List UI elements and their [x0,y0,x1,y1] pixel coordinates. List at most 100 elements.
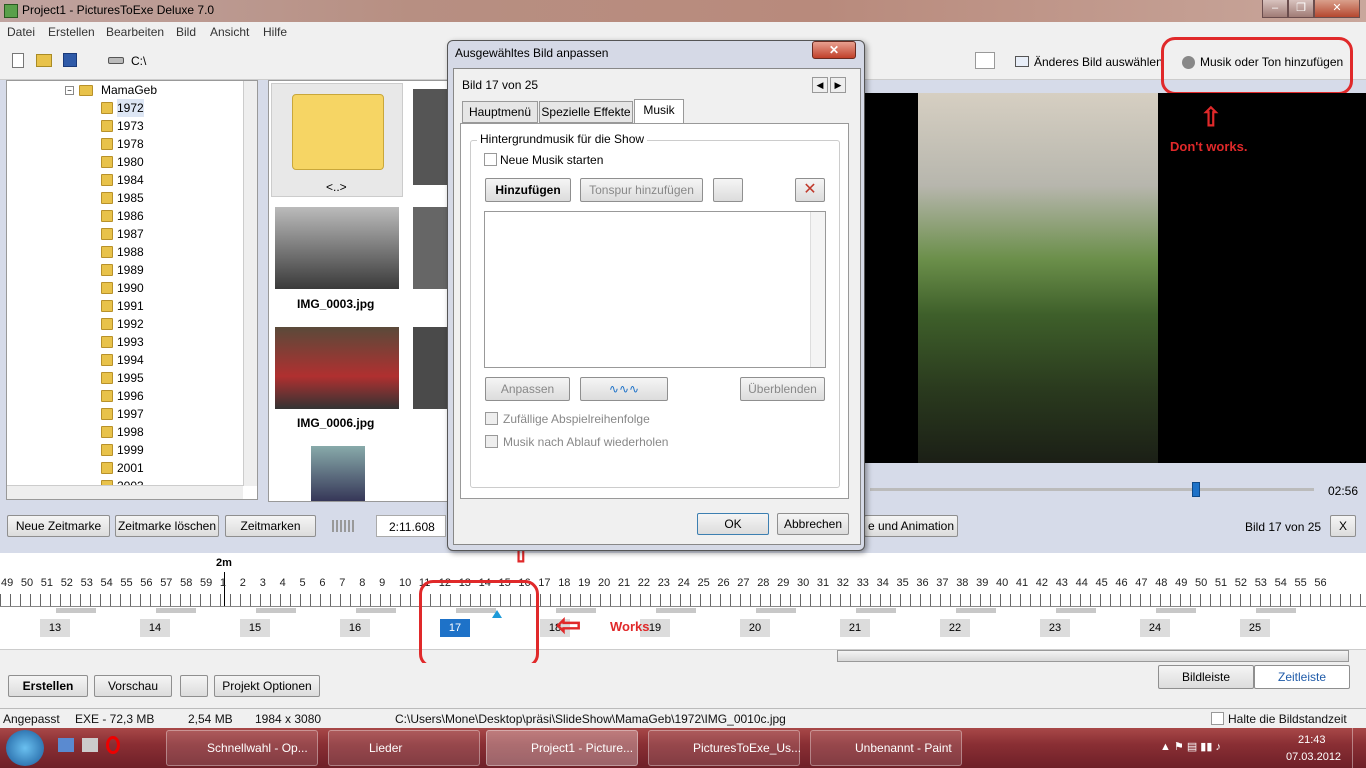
add-track-button[interactable]: Tonspur hinzufügen [580,178,703,202]
tree-scrollbar[interactable] [243,81,257,486]
tree-year-item[interactable]: 1978 [117,135,144,153]
taskbar-item[interactable]: PicturesToExe_Us... [648,730,801,766]
taskbar-item-active[interactable]: Project1 - Picture... [486,730,638,766]
tree-year-item[interactable]: 1997 [117,405,144,423]
taskbar-item[interactable]: Schnellwahl - Op... [166,730,318,766]
create-button[interactable]: Erstellen [8,675,88,697]
menu-erstellen[interactable]: Erstellen [48,25,95,39]
photo-thumb[interactable] [413,327,447,409]
menu-bild[interactable]: Bild [176,25,196,39]
clock-date[interactable]: 07.03.2012 [1286,751,1341,763]
tree-year-item[interactable]: 1991 [117,297,144,315]
waveform-icon[interactable] [332,520,356,532]
start-button[interactable] [6,730,44,766]
tree-year-item[interactable]: 1992 [117,315,144,333]
photo-thumb[interactable] [413,207,447,289]
tree-year-item[interactable]: 1994 [117,351,144,369]
timeline-slide[interactable]: 23 [1040,619,1070,637]
timeline-slide[interactable]: 21 [840,619,870,637]
next-slide-button[interactable]: ▶ [830,77,846,93]
tree-year-item[interactable]: 1985 [117,189,144,207]
music-settings-icon[interactable] [713,178,743,202]
seek-thumb[interactable] [1192,482,1200,497]
tree-year-item[interactable]: 1998 [117,423,144,441]
new-music-checkbox[interactable] [484,153,497,166]
minimize-button[interactable]: – [1262,0,1288,18]
tree-year-item[interactable]: 1984 [117,171,144,189]
preview-button[interactable]: Vorschau [94,675,172,697]
tree-year-item[interactable]: 1990 [117,279,144,297]
expand-icon[interactable]: − [65,86,74,95]
tab-main-menu[interactable]: Hauptmenü [462,101,538,123]
add-music-file-button[interactable]: Hinzufügen [485,178,571,202]
tree-year-item[interactable]: 1999 [117,441,144,459]
tab-music[interactable]: Musik [634,99,684,124]
quicklaunch-desktop-icon[interactable] [58,738,74,752]
tab-slides[interactable]: Bildleiste [1158,665,1254,689]
layout-icon[interactable] [180,675,208,697]
tree-hscrollbar[interactable] [7,485,243,499]
save-icon[interactable] [63,53,77,67]
tree-year-item[interactable]: 1996 [117,387,144,405]
timeline-slide[interactable]: 16 [340,619,370,637]
tree-year-item[interactable]: 1973 [117,117,144,135]
new-mark-button[interactable]: Neue Zeitmarke [7,515,110,537]
timeline-scroll-thumb[interactable] [837,650,1349,662]
crossfade-button[interactable]: Überblenden [740,377,825,401]
prev-slide-button[interactable]: ◀ [812,77,828,93]
tree-root-label[interactable]: MamaGeb [101,83,157,97]
parent-folder-item[interactable]: <..> [271,83,403,197]
quicklaunch-network-icon[interactable] [82,738,98,752]
taskbar-item[interactable]: Lieder [328,730,480,766]
menu-ansicht[interactable]: Ansicht [210,25,249,39]
time-field[interactable]: 2:11.608 [376,515,446,537]
delete-mark-button[interactable]: Zeitmarke löschen [115,515,219,537]
timeline-slide[interactable]: 14 [140,619,170,637]
hold-checkbox[interactable] [1211,712,1224,725]
tree-year-item[interactable]: 1980 [117,153,144,171]
tree-year-item[interactable]: 1995 [117,369,144,387]
tab-timeline[interactable]: Zeitleiste [1254,665,1350,689]
menu-datei[interactable]: Datei [7,25,35,39]
adjust-button[interactable]: Anpassen [485,377,570,401]
preview-seekbar[interactable] [870,488,1314,491]
new-file-icon[interactable] [12,53,24,68]
timeline-slide[interactable]: 20 [740,619,770,637]
random-checkbox[interactable] [485,412,498,425]
tree-year-item[interactable]: 2001 [117,459,144,477]
photo-thumb[interactable] [275,207,399,289]
tree-year-item[interactable]: 1988 [117,243,144,261]
photo-thumb[interactable] [413,89,447,185]
taskbar-item[interactable]: Unbenannt - Paint [810,730,962,766]
menu-bearbeiten[interactable]: Bearbeiten [106,25,164,39]
open-folder-icon[interactable] [36,54,52,67]
close-window-button[interactable]: ✕ [1314,0,1360,18]
menu-hilfe[interactable]: Hilfe [263,25,287,39]
tree-year-item[interactable]: 1987 [117,225,144,243]
timeline-slide[interactable]: 22 [940,619,970,637]
tree-year-item[interactable]: 1989 [117,261,144,279]
tray-icons[interactable]: ▲ ⚑ ▤ ▮▮ ♪ [1160,740,1270,756]
repeat-checkbox[interactable] [485,435,498,448]
photo-thumb[interactable] [311,446,365,501]
timeline-slide[interactable]: 25 [1240,619,1270,637]
timeline-slide[interactable]: 13 [40,619,70,637]
change-image-button[interactable]: Änderes Bild auswählen [1034,55,1163,69]
quicklaunch-opera-icon[interactable] [106,736,120,754]
change-image-icon[interactable] [1015,56,1029,67]
remove-music-icon[interactable]: ✕ [795,178,825,202]
animation-button[interactable]: e und Animation [864,515,958,537]
timeline-slide[interactable]: 15 [240,619,270,637]
clock-time[interactable]: 21:43 [1298,734,1326,746]
folder-tree[interactable]: − MamaGeb 1972 1973 1978 1980 1984 1985 1986 19… [6,80,258,500]
tree-year-item[interactable]: 1972 [117,99,144,117]
music-list-scrollbar[interactable] [810,212,825,367]
timeline-slide[interactable]: 24 [1140,619,1170,637]
maximize-button[interactable]: ❐ [1288,0,1314,18]
tree-year-item[interactable]: 1986 [117,207,144,225]
notes-icon[interactable] [975,52,995,69]
cancel-button[interactable]: Abbrechen [777,513,849,535]
tree-year-item[interactable]: 1993 [117,333,144,351]
tab-special-effects[interactable]: Spezielle Effekte [539,101,633,123]
dialog-close-button[interactable]: ✕ [812,41,856,59]
